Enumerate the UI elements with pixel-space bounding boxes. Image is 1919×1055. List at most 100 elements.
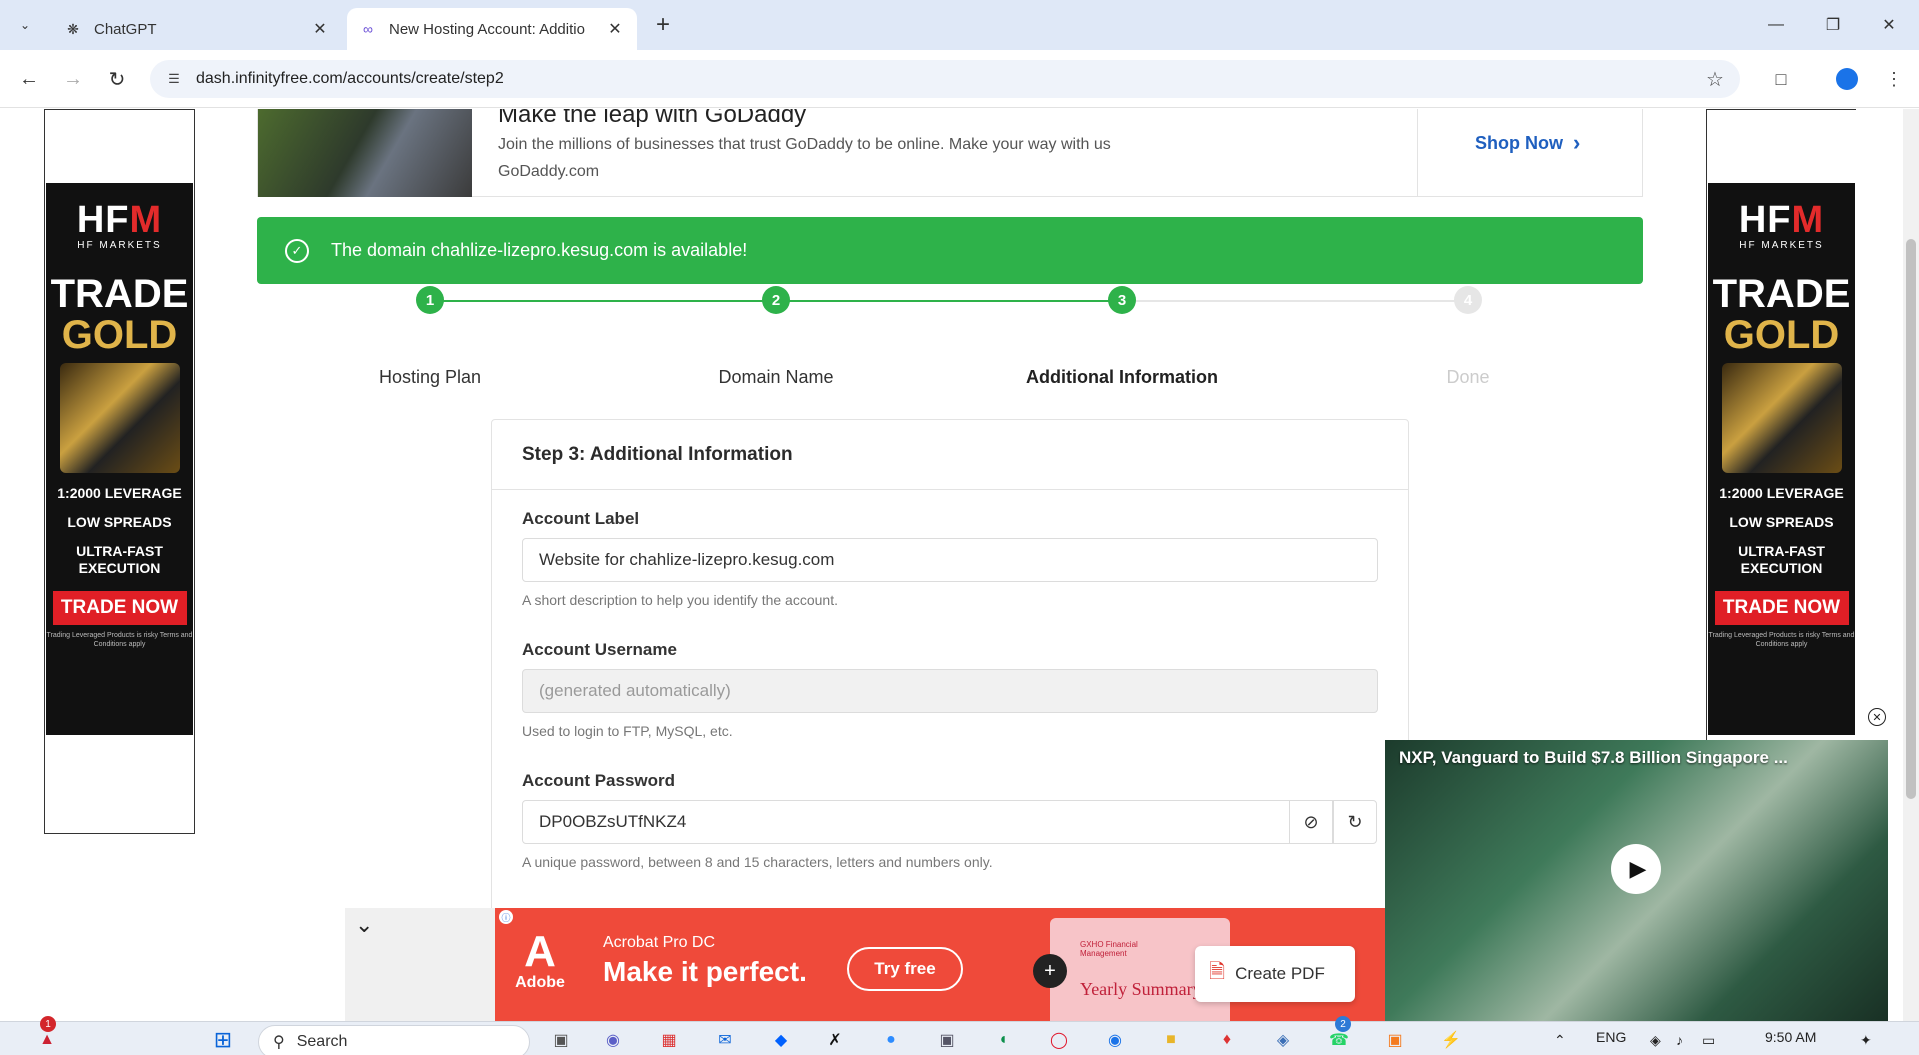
ad-feature-execution: ULTRA-FAST EXECUTION (76, 543, 163, 576)
reload-icon[interactable]: ↻ (102, 64, 132, 94)
taskbar-search-placeholder: Search (296, 1033, 348, 1050)
windows-start-icon[interactable]: ⊞ (210, 1027, 236, 1053)
page-scrollbar[interactable] (1903, 109, 1919, 1021)
hfm-logo-subtitle: HF MARKETS (1739, 240, 1824, 251)
ad-trade-text: TRADE (1712, 272, 1851, 316)
python-icon[interactable]: ◈ (1270, 1027, 1296, 1053)
right-side-ad[interactable]: HFM HF MARKETS TRADE GOLD 1:2000 LEVERAG… (1706, 109, 1856, 834)
wps-office-icon[interactable]: ♦ (1214, 1027, 1240, 1053)
clock-time[interactable]: 9:50 AM (1765, 1029, 1816, 1045)
edge-icon[interactable]: ◖ (990, 1027, 1016, 1053)
minimize-window-icon[interactable]: — (1756, 10, 1796, 40)
chrome-icon[interactable]: ◉ (1102, 1027, 1128, 1053)
address-bar[interactable]: ☰ dash.infinityfree.com/accounts/create/… (150, 60, 1740, 98)
step-4-label: Done (1446, 367, 1490, 387)
ad-fine-print: Trading Leveraged Products is risky Term… (1708, 632, 1855, 648)
tab-search-dropdown-icon[interactable]: ⌄ (12, 12, 38, 38)
adobe-mark-icon: A (524, 927, 556, 976)
alert-text: The domain chahlize-lizepro.kesug.com is… (331, 240, 748, 260)
zoom-icon[interactable]: ● (878, 1027, 904, 1053)
banner-description: Join the millions of businesses that tru… (498, 136, 1111, 180)
close-window-icon[interactable]: ✕ (1869, 10, 1909, 40)
laptop-ad-image (258, 109, 472, 197)
chevron-down-icon[interactable]: ⌄ (355, 912, 373, 938)
hfm-logo: HFM (1738, 199, 1825, 241)
pc-icon[interactable]: ▣ (934, 1027, 960, 1053)
close-tab-icon[interactable]: ✕ (605, 19, 625, 39)
account-password-input[interactable]: DP0OBZsUTfNKZ4 (522, 800, 1290, 844)
document-title: Yearly Summary (1080, 979, 1202, 999)
bookmark-star-icon[interactable]: ☆ (1700, 67, 1730, 92)
account-username-help: Used to login to FTP, MySQL, etc. (522, 723, 733, 739)
godaddy-banner-ad[interactable]: Make the leap with GoDaddy Join the mill… (257, 109, 1643, 197)
browser-menu-icon[interactable]: ⋮ (1879, 64, 1909, 94)
trade-now-button[interactable]: TRADE NOW (1714, 591, 1849, 625)
file-explorer-icon[interactable]: ■ (1158, 1027, 1184, 1053)
search-icon: ⚲ (273, 1034, 285, 1051)
extensions-puzzle-icon[interactable]: □ (1766, 64, 1796, 94)
opera-icon[interactable]: ◯ (1046, 1027, 1072, 1053)
gold-tablet-image (1721, 363, 1842, 473)
tab-chatgpt[interactable]: ❋ ChatGPT ✕ (52, 8, 342, 50)
restore-window-icon[interactable]: ❐ (1813, 10, 1853, 40)
hfm-logo: HFM (76, 199, 163, 241)
tray-overflow-icon[interactable]: ⌃ (1554, 1032, 1566, 1049)
left-side-ad[interactable]: HFM HF MARKETS TRADE GOLD 1:2000 LEVERAG… (44, 109, 195, 834)
new-tab-button[interactable]: + (650, 11, 676, 38)
regenerate-password-button[interactable]: ↻ (1333, 800, 1377, 844)
scrollbar-thumb[interactable] (1906, 239, 1916, 799)
hfm-logo-accent: M (129, 199, 163, 241)
back-arrow-icon[interactable]: ← (14, 64, 44, 94)
taskbar-search-box[interactable]: ⚲ Search (258, 1025, 530, 1055)
url-text[interactable]: dash.infinityfree.com/accounts/create/st… (196, 70, 1700, 88)
mail-icon[interactable]: ✉ (712, 1027, 738, 1053)
filezilla-icon[interactable]: ⚡ (1438, 1027, 1464, 1053)
hfm-ad-creative[interactable]: HFM HF MARKETS TRADE GOLD 1:2000 LEVERAG… (1708, 183, 1855, 735)
volume-icon[interactable]: ♪ (1676, 1032, 1683, 1048)
close-video-icon[interactable]: ✕ (1868, 708, 1886, 726)
video-player[interactable]: NXP, Vanguard to Build $7.8 Billion Sing… (1385, 740, 1888, 1021)
banner-headline: Make the leap with GoDaddy (498, 109, 807, 128)
shop-now-button[interactable]: Shop Now › (1475, 130, 1580, 156)
card-title: Step 3: Additional Information (492, 420, 1408, 490)
xampp-icon[interactable]: ▣ (1382, 1027, 1408, 1053)
adchoices-icon[interactable]: ⓘ (499, 910, 513, 924)
wifi-icon[interactable]: ◈ (1650, 1032, 1661, 1049)
dropbox-icon[interactable]: ◆ (768, 1027, 794, 1053)
tab-new-hosting-account[interactable]: ∞ New Hosting Account: Additio ✕ (347, 8, 637, 50)
step-2-label: Domain Name (718, 367, 834, 387)
tab-title: New Hosting Account: Additio (389, 20, 585, 38)
video-title: NXP, Vanguard to Build $7.8 Billion Sing… (1399, 748, 1788, 767)
site-info-icon[interactable]: ☰ (164, 69, 184, 89)
forward-arrow-icon[interactable]: → (58, 64, 88, 94)
create-pdf-button[interactable]: 🗎 Create PDF (1195, 946, 1355, 1002)
ad-fine-print: Trading Leveraged Products is risky Term… (46, 632, 193, 648)
hfm-logo-subtitle: HF MARKETS (77, 240, 162, 251)
document-org: GXHO Financial Management (1080, 940, 1138, 958)
task-view-icon[interactable]: ▣ (548, 1027, 574, 1053)
close-tab-icon[interactable]: ✕ (310, 19, 330, 39)
copilot-icon[interactable]: ✦ (1860, 1032, 1872, 1049)
profile-avatar[interactable] (1832, 64, 1862, 94)
toggle-password-visibility-button[interactable]: ⊘ (1289, 800, 1333, 844)
account-label-help: A short description to help you identify… (522, 592, 838, 608)
browser-tab-strip: ⌄ ❋ ChatGPT ✕ ∞ New Hosting Account: Add… (0, 0, 1919, 50)
hfm-ad-creative[interactable]: HFM HF MARKETS TRADE GOLD 1:2000 LEVERAG… (46, 183, 193, 735)
play-icon[interactable]: ▶ (1611, 844, 1661, 894)
acrobat-bottom-ad[interactable]: ⓘ A Adobe Acrobat Pro DC Make it perfect… (495, 908, 1405, 1021)
account-label-input[interactable]: Website for chahlize-lizepro.kesug.com (522, 538, 1378, 582)
hfm-logo-accent: M (1791, 199, 1825, 241)
trade-now-button[interactable]: TRADE NOW (52, 591, 187, 625)
step-1-dot: 1 (416, 286, 444, 314)
account-password-label: Account Password (522, 771, 676, 790)
capcut-icon[interactable]: ✗ (822, 1027, 848, 1053)
chevron-right-icon: › (1573, 130, 1581, 155)
battery-icon[interactable]: ▭ (1702, 1032, 1715, 1049)
teams-icon[interactable]: ◉ (600, 1027, 626, 1053)
language-indicator[interactable]: ENG (1596, 1029, 1626, 1045)
try-free-button[interactable]: Try free (847, 947, 963, 991)
ad-feature-leverage: 1:2000 LEVERAGE (1719, 485, 1844, 501)
stepper-connector (430, 300, 776, 302)
gold-tablet-image (59, 363, 180, 473)
microsoft-store-icon[interactable]: ▦ (656, 1027, 682, 1053)
